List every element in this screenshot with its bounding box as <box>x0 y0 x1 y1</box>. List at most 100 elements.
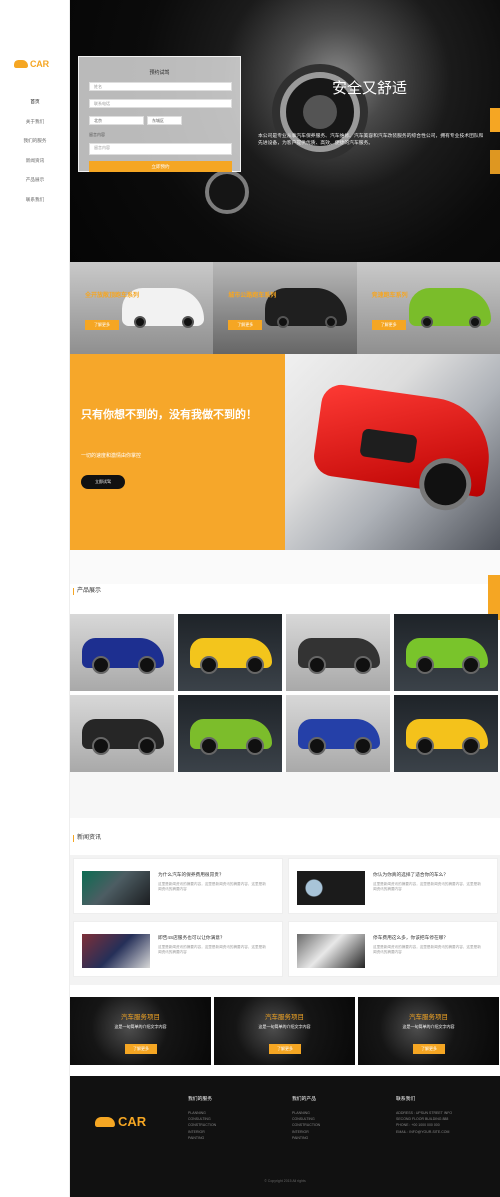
blue-car-image <box>298 719 380 755</box>
service-card[interactable]: 汽车服务项目 这是一句简单的介绍文字内容 了解更多 <box>214 997 355 1065</box>
news-item[interactable]: 你认为你真的选择了适合你的车么？ 这里是新闻资讯的摘要内容，这里是新闻资讯的摘要… <box>288 858 498 914</box>
service-more-button[interactable]: 了解更多 <box>125 1044 157 1054</box>
footer-link[interactable]: PAINTING <box>292 1135 382 1141</box>
car-series-section: 全开放敞顶跑车系列 了解更多 城市公路跑车系列 了解更多 竞速跑车系列 了解更多 <box>70 262 500 354</box>
footer-column-title: 我们的服务 <box>188 1097 212 1102</box>
message-label: 留言内容 <box>89 132 105 137</box>
nav-news[interactable]: 新闻资讯 <box>0 151 70 171</box>
news-title: 为什么汽车的保养费用很昂贵？ <box>158 872 224 877</box>
car-logo-icon <box>14 60 28 68</box>
news-summary: 这里是新闻资讯的摘要内容，这里是新闻资讯的摘要内容，这里是新闻资讯的摘要内容 <box>158 882 266 892</box>
series-more-button[interactable]: 了解更多 <box>228 320 263 330</box>
footer-column-title: 我们的产品 <box>292 1097 316 1102</box>
message-textarea[interactable]: 留言内容 <box>89 143 232 155</box>
product-card[interactable] <box>70 695 174 772</box>
yellow-car-image <box>406 719 488 755</box>
service-title: 汽车服务项目 <box>265 1014 304 1021</box>
service-subtitle: 这是一句简单的介绍文字内容 <box>114 1024 167 1029</box>
news-summary: 这里是新闻资讯的摘要内容，这里是新闻资讯的摘要内容，这里是新闻资讯的摘要内容 <box>158 945 266 955</box>
section-divider <box>70 772 500 818</box>
car-wheel-image <box>182 316 194 328</box>
nav-contact[interactable]: 联系我们 <box>0 190 70 210</box>
red-supercar-image <box>285 354 500 550</box>
series-title: 全开放敞顶跑车系列 <box>85 293 140 299</box>
footer-contact-column: 联系我们 ADDRESS : UPSUN STREET INFO SECOND … <box>396 1095 492 1135</box>
promo-subtitle: 一切的速度和激情由你掌控 <box>81 453 142 459</box>
product-card[interactable] <box>70 614 174 691</box>
news-summary: 这里是新闻资讯的摘要内容，这里是新闻资讯的摘要内容，这里是新闻资讯的摘要内容 <box>373 882 481 892</box>
nav-services[interactable]: 我们的服务 <box>0 131 70 151</box>
service-title: 汽车服务项目 <box>409 1014 448 1021</box>
product-grid <box>70 614 500 772</box>
slider-prev-arrow-icon[interactable] <box>490 150 500 174</box>
nav-about[interactable]: 关于我们 <box>0 112 70 132</box>
form-title: 预约试驾 <box>149 70 170 76</box>
news-thumbnail-image <box>297 934 365 968</box>
series-more-button[interactable]: 了解更多 <box>371 320 406 330</box>
car-wheel-image <box>277 316 290 328</box>
slider-next-arrow-icon[interactable] <box>490 108 500 132</box>
footer-link[interactable]: PAINTING <box>188 1135 278 1141</box>
footer-products-column: 我们的产品 PLANNING CONSULTING CONSTRUCTION I… <box>292 1095 382 1141</box>
news-section: 为什么汽车的保养费用很昂贵？ 这里是新闻资讯的摘要内容，这里是新闻资讯的摘要内容… <box>70 855 500 985</box>
service-card[interactable]: 汽车服务项目 这是一句简单的介绍文字内容 了解更多 <box>358 997 499 1065</box>
hero-description: 本公司是专业从事汽车保养服务、汽车维修、汽车美容和汽车改装服务的综合性公司，拥有… <box>258 134 484 146</box>
service-card[interactable]: 汽车服务项目 这是一句简单的介绍文字内容 了解更多 <box>70 997 211 1065</box>
contact-email[interactable]: EMAIL : INFO@YOUR-SITE.COM <box>396 1129 492 1135</box>
footer-logo[interactable]: CAR <box>95 1114 146 1129</box>
service-subtitle: 这是一句简单的介绍文字内容 <box>258 1024 311 1029</box>
copyright-text: © Copyright 2015 All rights <box>264 1179 306 1183</box>
car-wheel-image <box>468 316 481 328</box>
name-input[interactable]: 姓名 <box>89 82 232 91</box>
news-heading: 新闻资讯 <box>73 835 101 842</box>
city-select[interactable]: 东城区 <box>147 116 182 125</box>
service-more-button[interactable]: 了解更多 <box>269 1044 301 1054</box>
promo-text-panel: 只有你想不到的，没有我做不到的！ 一切的速度和激情由你掌控 立即试驾 <box>70 354 285 550</box>
test-drive-button[interactable]: 立即试驾 <box>81 475 125 489</box>
promo-title: 只有你想不到的，没有我做不到的！ <box>81 409 257 421</box>
series-card-racing[interactable]: 竞速跑车系列 了解更多 <box>356 262 500 354</box>
hero-title: 安全又舒适 <box>332 81 408 97</box>
brand-logo[interactable]: CAR <box>14 58 58 70</box>
nav-home[interactable]: 首页 <box>0 92 70 112</box>
product-card[interactable] <box>394 614 498 691</box>
series-card-city[interactable]: 城市公路跑车系列 了解更多 <box>213 262 357 354</box>
black-car-image <box>298 638 380 674</box>
news-title: 即告4S店服务也可以让你满意？ <box>158 935 225 940</box>
black-car-image <box>82 719 164 755</box>
product-card[interactable] <box>286 614 390 691</box>
yellow-car-image <box>190 638 272 674</box>
footer-brand-name: CAR <box>118 1114 147 1129</box>
series-more-button[interactable]: 了解更多 <box>85 320 119 330</box>
brand-name: CAR <box>30 59 49 69</box>
green-car-image <box>190 719 272 755</box>
service-more-button[interactable]: 了解更多 <box>413 1044 445 1054</box>
test-drive-form: 预约试驾 姓名 联系电话 北京 东城区 留言内容 留言内容 立即预约 <box>78 56 241 172</box>
product-card[interactable] <box>178 695 282 772</box>
footer-column-title: 联系我们 <box>396 1097 416 1102</box>
car-wheel-image <box>420 316 433 328</box>
submit-booking-button[interactable]: 立即预约 <box>89 161 232 172</box>
product-card[interactable] <box>178 614 282 691</box>
site-footer: CAR 我们的服务 PLANNING CONSULTING CONSTRUCTI… <box>70 1076 500 1197</box>
product-card[interactable] <box>394 695 498 772</box>
province-select[interactable]: 北京 <box>89 116 144 125</box>
service-banners: 汽车服务项目 这是一句简单的介绍文字内容 了解更多 汽车服务项目 这是一句简单的… <box>70 997 500 1065</box>
news-item[interactable]: 为什么汽车的保养费用很昂贵？ 这里是新闻资讯的摘要内容，这里是新闻资讯的摘要内容… <box>73 858 283 914</box>
news-title: 停车费用这么多，你该把车停在哪？ <box>373 935 449 940</box>
nav-products[interactable]: 产品展示 <box>0 170 70 190</box>
car-logo-icon <box>95 1116 115 1127</box>
news-summary: 这里是新闻资讯的摘要内容，这里是新闻资讯的摘要内容，这里是新闻资讯的摘要内容 <box>373 945 481 955</box>
footer-services-column: 我们的服务 PLANNING CONSULTING CONSTRUCTION I… <box>188 1095 278 1141</box>
sidebar-nav: 首页 关于我们 我们的服务 新闻资讯 产品展示 联系我们 <box>0 92 70 209</box>
product-card[interactable] <box>286 695 390 772</box>
phone-input[interactable]: 联系电话 <box>89 99 232 108</box>
service-subtitle: 这是一句简单的介绍文字内容 <box>402 1024 455 1029</box>
news-item[interactable]: 即告4S店服务也可以让你满意？ 这里是新闻资讯的摘要内容，这里是新闻资讯的摘要内… <box>73 921 283 977</box>
car-console-small-knob-image <box>205 170 249 214</box>
series-title: 竞速跑车系列 <box>371 293 408 299</box>
series-card-open-top[interactable]: 全开放敞顶跑车系列 了解更多 <box>70 262 214 354</box>
news-thumbnail-image <box>82 934 150 968</box>
news-item[interactable]: 停车费用这么多，你该把车停在哪？ 这里是新闻资讯的摘要内容，这里是新闻资讯的摘要… <box>288 921 498 977</box>
section-divider <box>70 550 500 584</box>
